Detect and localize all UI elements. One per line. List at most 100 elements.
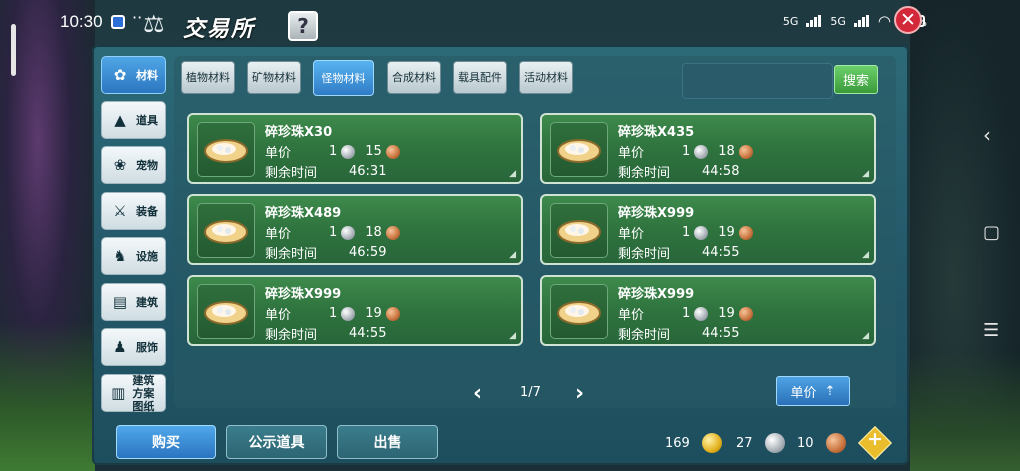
time-row: 剩余时间 44:55 bbox=[618, 324, 739, 343]
time-label: 剩余时间 bbox=[618, 166, 671, 181]
sidebar-item-facilities[interactable]: ♞ 设施 bbox=[101, 237, 166, 275]
next-page-button[interactable]: › bbox=[575, 381, 584, 406]
sidebar-item-tools[interactable]: ▲ 道具 bbox=[101, 101, 166, 139]
search-input[interactable] bbox=[682, 63, 833, 99]
corner-mark-icon: ◢ bbox=[862, 331, 869, 341]
sidebar-item-label: 宠物 bbox=[136, 159, 158, 172]
price-row: 单价 1 15 bbox=[265, 142, 404, 161]
listing-card[interactable]: 碎珍珠X30 单价 1 15 剩余时间 46:31 ◢ bbox=[187, 113, 523, 184]
public-items-button[interactable]: 公示道具 bbox=[226, 425, 327, 459]
background-grass bbox=[0, 321, 95, 471]
signal-icon-2: 5G bbox=[830, 14, 846, 28]
sidebar-item-equipment[interactable]: ⚔ 装备 bbox=[101, 192, 166, 230]
silver-coin-icon bbox=[341, 225, 356, 240]
listing-card[interactable]: 碎珍珠X999 单价 1 19 剩余时间 44:55 ◢ bbox=[187, 275, 523, 346]
time-label: 剩余时间 bbox=[618, 328, 671, 343]
search-button[interactable]: 搜索 bbox=[834, 65, 878, 94]
prev-page-button[interactable]: ‹ bbox=[473, 381, 482, 406]
sort-label: 单价 bbox=[790, 385, 817, 401]
status-time: 10:30 bbox=[60, 12, 103, 31]
gold-amount: 169 bbox=[665, 435, 690, 451]
materials-icon: ✿ bbox=[113, 66, 127, 84]
pearl-shell-icon bbox=[197, 122, 255, 177]
facility-icon: ♞ bbox=[113, 247, 127, 265]
silver-coin-icon bbox=[694, 225, 709, 240]
price-row: 单价 1 19 bbox=[265, 304, 404, 323]
sidebar-item-buildings[interactable]: ▤ 建筑 bbox=[101, 283, 166, 321]
price-copper: 18 bbox=[365, 225, 382, 240]
price-row: 单价 1 18 bbox=[265, 223, 404, 242]
nav-home-icon[interactable]: ▢ bbox=[983, 222, 1000, 243]
pearl-shell-icon bbox=[550, 284, 608, 339]
tab-vehicle-parts[interactable]: 载具配件 bbox=[453, 61, 507, 94]
time-label: 剩余时间 bbox=[265, 247, 318, 262]
signal-bars-icon bbox=[806, 15, 822, 27]
price-row: 单价 1 18 bbox=[618, 142, 757, 161]
listing-card[interactable]: 碎珍珠X489 单价 1 18 剩余时间 46:59 ◢ bbox=[187, 194, 523, 265]
price-label: 单价 bbox=[618, 146, 645, 161]
time-row: 剩余时间 44:55 bbox=[265, 324, 386, 343]
sidebar-item-pets[interactable]: ❀ 宠物 bbox=[101, 146, 166, 184]
price-label: 单价 bbox=[265, 146, 292, 161]
copper-coin-icon bbox=[738, 144, 753, 159]
sort-unit-price-button[interactable]: 单价 ⇡ bbox=[776, 376, 850, 406]
listing-card[interactable]: 碎珍珠X999 单价 1 19 剩余时间 44:55 ◢ bbox=[540, 275, 876, 346]
time-value: 44:55 bbox=[702, 245, 740, 260]
edge-handle[interactable] bbox=[11, 24, 16, 76]
silver-coin-icon bbox=[341, 306, 356, 321]
silver-balance: 27 bbox=[736, 433, 789, 453]
time-label: 剩余时间 bbox=[265, 166, 318, 181]
copper-coin-icon bbox=[385, 225, 400, 240]
sidebar-item-label: 装备 bbox=[136, 205, 158, 218]
status-dots: ·· bbox=[132, 8, 143, 27]
copper-coin-icon bbox=[738, 306, 753, 321]
price-silver: 1 bbox=[682, 225, 691, 240]
silver-coin-icon bbox=[764, 433, 785, 453]
price-copper: 19 bbox=[365, 306, 382, 321]
tab-monster-materials[interactable]: 怪物材料 bbox=[313, 60, 374, 96]
copper-balance: 10 bbox=[797, 433, 850, 453]
price-row: 单价 1 19 bbox=[618, 304, 757, 323]
tab-mineral-materials[interactable]: 矿物材料 bbox=[247, 61, 301, 94]
price-label: 单价 bbox=[265, 227, 292, 242]
corner-mark-icon: ◢ bbox=[509, 250, 516, 260]
nav-menu-icon[interactable]: ☰ bbox=[983, 320, 999, 341]
item-name: 碎珍珠X489 bbox=[265, 206, 342, 221]
listing-card[interactable]: 碎珍珠X999 单价 1 19 剩余时间 44:55 ◢ bbox=[540, 194, 876, 265]
sell-button[interactable]: 出售 bbox=[337, 425, 438, 459]
sidebar-item-label: 材料 bbox=[136, 69, 158, 82]
silver-coin-icon bbox=[341, 144, 356, 159]
time-value: 46:59 bbox=[349, 245, 387, 260]
time-row: 剩余时间 44:58 bbox=[618, 162, 739, 181]
nav-back-icon[interactable]: ‹ bbox=[983, 123, 991, 147]
time-row: 剩余时间 46:59 bbox=[265, 243, 386, 262]
tab-synthetic-materials[interactable]: 合成材料 bbox=[387, 61, 441, 94]
sidebar-item-clothing[interactable]: ♟ 服饰 bbox=[101, 328, 166, 366]
copper-coin-icon bbox=[385, 306, 400, 321]
sidebar-item-label: 道具 bbox=[136, 114, 158, 127]
tab-plant-materials[interactable]: 植物材料 bbox=[181, 61, 235, 94]
silver-coin-icon bbox=[694, 144, 709, 159]
silver-coin-icon bbox=[694, 306, 709, 321]
pearl-shell-icon bbox=[197, 284, 255, 339]
sidebar-item-materials[interactable]: ✿ 材料 bbox=[101, 56, 166, 94]
pearl-shell-icon bbox=[197, 203, 255, 258]
sidebar-item-label: 建筑方案图纸 bbox=[132, 373, 155, 413]
blueprint-icon: ▥ bbox=[111, 384, 126, 402]
time-value: 44:55 bbox=[702, 326, 740, 341]
listing-card[interactable]: 碎珍珠X435 单价 1 18 剩余时间 44:58 ◢ bbox=[540, 113, 876, 184]
corner-mark-icon: ◢ bbox=[509, 169, 516, 179]
tool-icon: ▲ bbox=[114, 111, 126, 129]
corner-mark-icon: ◢ bbox=[509, 331, 516, 341]
sidebar-item-blueprints[interactable]: ▥ 建筑方案图纸 bbox=[101, 373, 166, 413]
price-silver: 1 bbox=[329, 144, 338, 159]
close-button[interactable]: ✕ bbox=[894, 6, 922, 34]
price-copper: 19 bbox=[718, 225, 735, 240]
time-value: 44:55 bbox=[349, 326, 387, 341]
building-icon: ▤ bbox=[112, 293, 128, 311]
tab-event-materials[interactable]: 活动材料 bbox=[519, 61, 573, 94]
buy-button[interactable]: 购买 bbox=[116, 425, 216, 459]
price-silver: 1 bbox=[682, 306, 691, 321]
help-button[interactable]: ? bbox=[288, 11, 318, 41]
price-label: 单价 bbox=[265, 308, 292, 323]
